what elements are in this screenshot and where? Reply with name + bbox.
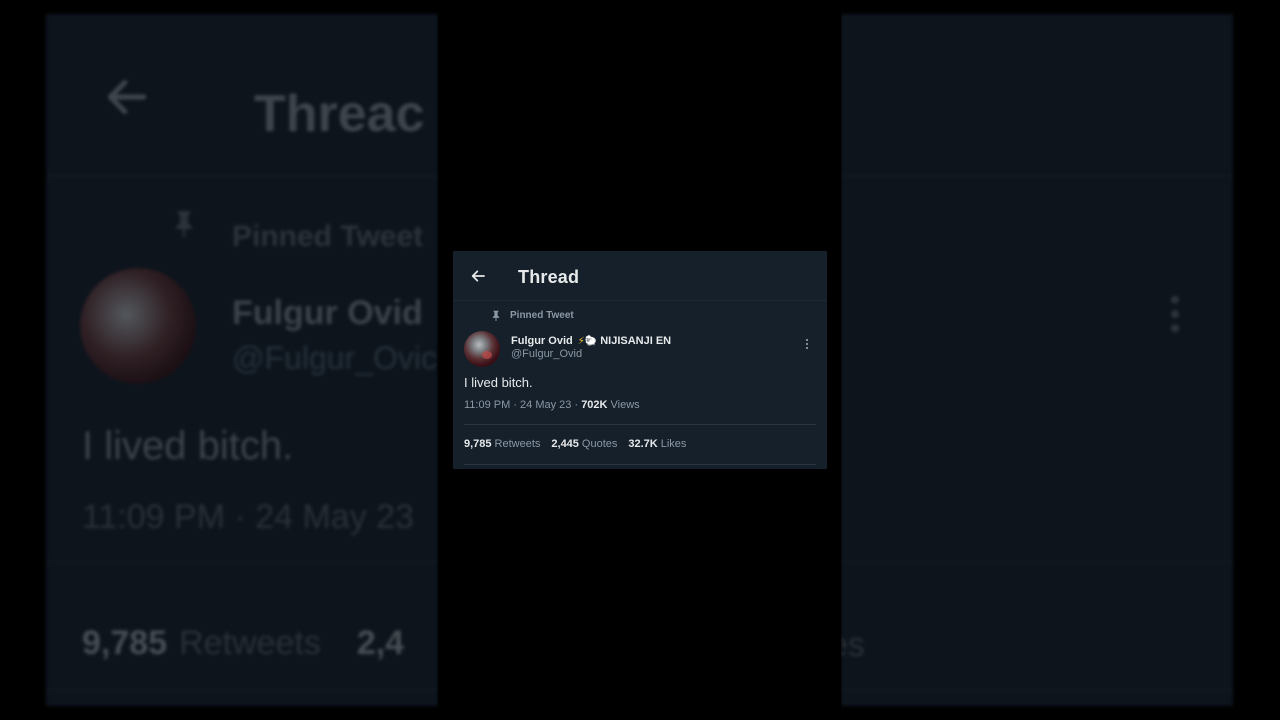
pinned-label: Pinned Tweet (510, 310, 574, 321)
author-name: Fulgur Ovid (511, 335, 573, 347)
likes-stat[interactable]: 32.7K Likes (628, 438, 686, 450)
pinned-indicator: Pinned Tweet (491, 310, 574, 321)
more-options-icon (1171, 295, 1179, 333)
views-count: 702K (581, 399, 608, 411)
background-tweet-time: 11:09 PM · 24 May 23 (82, 498, 414, 536)
divider (841, 562, 1233, 563)
background-retweets-count: 9,785 (82, 624, 168, 662)
pin-icon (492, 310, 500, 321)
divider (841, 690, 1233, 691)
tweet-text: I lived bitch. (464, 375, 533, 390)
views-label: Views (607, 399, 640, 411)
arrow-left-icon (107, 79, 147, 115)
likes-label: Likes (660, 438, 687, 450)
background-likes-label: es (841, 626, 865, 664)
divider (464, 424, 816, 425)
divider (464, 464, 816, 465)
more-options-icon[interactable] (801, 337, 813, 351)
author-badges: ⚡🐑 (577, 335, 598, 347)
avatar[interactable] (464, 331, 500, 367)
thread-header: Thread (453, 251, 827, 301)
background-pinned-label: Pinned Tweet (232, 220, 424, 253)
quotes-label: Quotes (581, 438, 618, 450)
likes-count: 32.7K (628, 438, 658, 450)
background-tweet-text: I lived bitch. (82, 424, 294, 468)
engagement-stats: 9,785 Retweets 2,445 Quotes 32.7K Likes (464, 438, 697, 450)
divider (46, 176, 438, 177)
author-affiliation: NIJISANJI EN (600, 335, 672, 347)
tweet-meta: 11:09 PM · 24 May 23 · 702K Views (464, 399, 640, 411)
background-retweets-label: Retweets (179, 624, 321, 662)
tweet-card: Thread Pinned Tweet Fulgur Ovid ⚡🐑 NIJIS… (453, 251, 827, 469)
background-blur-left: Threac Pinned Tweet Fulgur Ovid @Fulgur_… (46, 14, 438, 706)
retweets-stat[interactable]: 9,785 Retweets (464, 438, 540, 450)
divider (46, 690, 438, 691)
background-avatar (80, 268, 196, 384)
background-title: Threac (254, 85, 425, 143)
divider (46, 562, 438, 563)
background-author-name: Fulgur Ovid (232, 294, 423, 332)
author-name-row[interactable]: Fulgur Ovid ⚡🐑 NIJISANJI EN (511, 335, 671, 347)
back-arrow-icon[interactable] (470, 268, 486, 284)
quotes-count: 2,445 (551, 438, 579, 450)
retweets-count: 9,785 (464, 438, 492, 450)
pin-icon (176, 211, 192, 237)
divider (841, 176, 1233, 177)
quotes-stat[interactable]: 2,445 Quotes (551, 438, 617, 450)
author-handle[interactable]: @Fulgur_Ovid (511, 348, 582, 360)
background-stats: 9,785 Retweets 2,4 (82, 624, 404, 663)
background-blur-right: es (841, 14, 1233, 706)
background-quotes-count: 2,4 (356, 624, 405, 662)
page-title: Thread (518, 267, 580, 287)
tweet-timestamp[interactable]: 11:09 PM · 24 May 23 · (464, 399, 581, 411)
retweets-label: Retweets (494, 438, 541, 450)
background-author-handle: @Fulgur_Ovic (232, 340, 437, 376)
